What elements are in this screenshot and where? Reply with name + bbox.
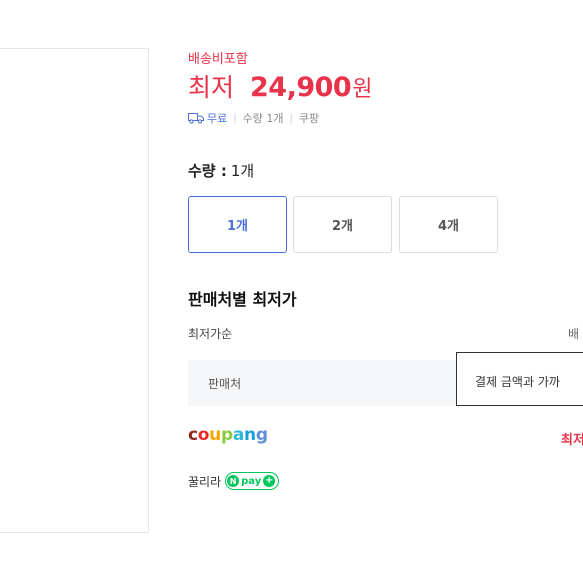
quantity-option-4[interactable]: 4개 [399, 196, 498, 253]
price-meta-row: 무료 | 수량 1개 | 쿠팡 [188, 110, 319, 126]
header-seller-label: 판매처 [208, 377, 242, 391]
npay-badge-icon: N pay + [225, 472, 280, 490]
meta-separator: | [289, 112, 293, 124]
seller-row-kkulira[interactable]: 꿀리라 N pay + [188, 472, 280, 490]
sort-shipping-option[interactable]: 배 [568, 325, 579, 342]
mall-meta-text: 쿠팡 [298, 112, 320, 125]
logo-letter: g [255, 425, 268, 445]
logo-letter: n [244, 425, 256, 445]
quantity-title-label: 수량 : [188, 162, 227, 180]
price-unit: 원 [352, 77, 373, 102]
quantity-meta-text: 수량 1개 [242, 112, 284, 125]
npay-n-icon: N [227, 475, 240, 487]
logo-letter: p [220, 425, 233, 445]
logo-letter: o [197, 425, 210, 445]
quantity-option-2[interactable]: 2개 [293, 196, 392, 253]
quantity-option-1[interactable]: 1개 [188, 196, 287, 253]
product-image-frame [0, 48, 149, 533]
plus-icon: + [263, 475, 276, 487]
lowest-price-row: 최저 24,900 원 [188, 68, 372, 104]
price-label: 최저 [188, 73, 235, 102]
truck-icon [188, 113, 204, 124]
free-shipping-text: 무료 [207, 112, 228, 125]
quantity-selected-value: 1개 [230, 162, 255, 180]
payment-amount-tooltip: 결제 금액과 가까 [456, 352, 583, 406]
coupang-lowest-price-tag[interactable]: 최저 [561, 429, 583, 448]
npay-badge-text: pay [241, 475, 262, 487]
product-price-page: 배송비포함 최저 24,900 원 무료 | 수량 1개 | 쿠팡 수량 :1개… [0, 0, 583, 583]
sort-lowest-price[interactable]: 최저가순 [188, 325, 232, 342]
shipping-included-note: 배송비포함 [188, 52, 248, 67]
seller-name[interactable]: 꿀리라 [188, 473, 221, 490]
logo-letter: c [188, 425, 198, 445]
logo-letter: u [209, 425, 221, 445]
seller-section-title: 판매처별 최저가 [188, 290, 297, 309]
meta-separator: | [233, 112, 237, 124]
coupang-logo[interactable]: coupang [188, 425, 268, 445]
logo-letter: a [232, 425, 245, 445]
quantity-title: 수량 :1개 [188, 160, 254, 181]
price-value: 24,900 [250, 72, 352, 103]
